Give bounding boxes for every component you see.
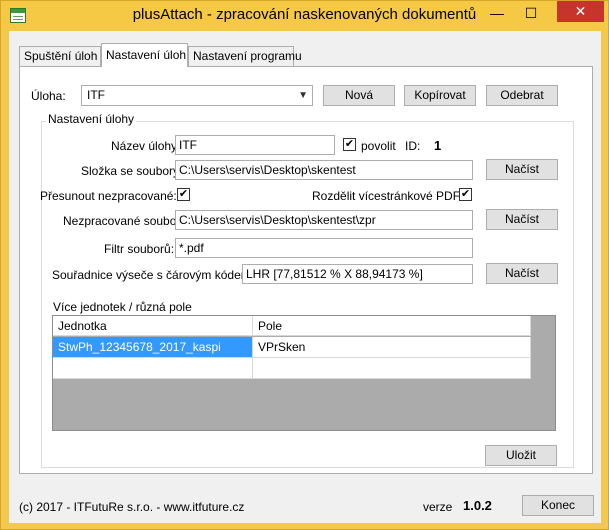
grid-cell-unit-new[interactable]	[53, 358, 253, 379]
file-filter-field[interactable]: *.pdf	[175, 238, 473, 258]
task-name-label: Název úlohy:	[111, 139, 181, 153]
barcode-coords-label: Souřadnice výseče s čárovým kódem:	[52, 268, 255, 282]
task-name-field[interactable]: ITF	[175, 135, 335, 155]
multi-units-label: Více jednotek / různá pole	[53, 300, 192, 314]
client-area: Spuštění úloh Nastavení úloh Nastavení p…	[9, 31, 601, 523]
load-coords-button[interactable]: Načíst	[486, 263, 558, 284]
copy-task-button[interactable]: Kopírovat	[404, 85, 476, 106]
column-header-jednotka[interactable]: Jednotka	[53, 316, 253, 336]
unprocessed-files-field[interactable]: C:\Users\servis\Desktop\skentest\zpr	[175, 210, 473, 230]
task-select[interactable]: ITF ▼	[81, 85, 313, 106]
units-grid[interactable]: Jednotka Pole StwPh_12345678_2017_kaspi …	[52, 315, 556, 431]
task-select-value: ITF	[87, 88, 105, 102]
chevron-down-icon[interactable]: ▼	[298, 86, 308, 105]
minimize-icon[interactable]: —	[484, 3, 510, 23]
move-unprocessed-checkbox[interactable]: ✔	[177, 188, 190, 201]
load-folder-button[interactable]: Načíst	[486, 159, 558, 180]
split-pdf-checkbox[interactable]: ✔	[459, 188, 472, 201]
new-task-button[interactable]: Nová	[323, 85, 395, 106]
remove-task-button[interactable]: Odebrat	[486, 85, 558, 106]
copyright-text: (c) 2017 - ITFutuRe s.r.o. - www.itfutur…	[19, 500, 245, 514]
version-label: verze	[423, 500, 453, 514]
task-settings-group-title: Nastavení úlohy	[46, 112, 137, 126]
grid-header: Jednotka Pole	[53, 316, 531, 336]
barcode-coords-field[interactable]: LHR [77,81512 % X 88,94173 %]	[242, 264, 473, 284]
grid-cell-field-new[interactable]	[253, 358, 531, 379]
id-label: ID:	[405, 139, 421, 153]
split-pdf-label: Rozdělit vícestránkové PDF:	[312, 189, 464, 203]
load-unprocessed-button[interactable]: Načíst	[486, 209, 558, 230]
tab-nastaveni-uloh[interactable]: Nastavení úloh	[101, 43, 188, 67]
tab-nastaveni-programu[interactable]: Nastavení programu	[188, 46, 302, 66]
window-title: plusAttach - zpracování naskenovaných do…	[132, 6, 477, 23]
title-bar[interactable]: plusAttach - zpracování naskenovaných do…	[1, 1, 608, 31]
folder-label: Složka se soubory:	[81, 164, 183, 178]
close-icon[interactable]: ✕	[557, 1, 604, 22]
file-filter-label: Filtr souborů:	[104, 242, 175, 256]
tab-spusteni-uloh[interactable]: Spuštění úloh	[19, 46, 101, 66]
enabled-checkbox[interactable]: ✔	[343, 138, 356, 151]
id-value: 1	[434, 138, 442, 153]
column-header-pole[interactable]: Pole	[253, 316, 531, 336]
maximize-icon[interactable]: ☐	[518, 3, 544, 23]
unprocessed-files-label: Nezpracované soubory:	[63, 214, 190, 228]
exit-button[interactable]: Konec	[522, 495, 594, 516]
move-unprocessed-label: Přesunout nezpracované:	[40, 189, 177, 203]
grid-cell-unit[interactable]: StwPh_12345678_2017_kaspi	[53, 337, 253, 358]
grid-cell-field[interactable]: VPrSken	[253, 337, 531, 358]
version-value: 1.0.2	[463, 498, 492, 513]
enabled-label: povolit	[361, 139, 396, 153]
main-window: plusAttach - zpracování naskenovaných do…	[0, 0, 609, 530]
task-label: Úloha:	[31, 89, 66, 103]
save-button[interactable]: Uložit	[485, 445, 557, 466]
folder-field[interactable]: C:\Users\servis\Desktop\skentest	[175, 160, 473, 180]
